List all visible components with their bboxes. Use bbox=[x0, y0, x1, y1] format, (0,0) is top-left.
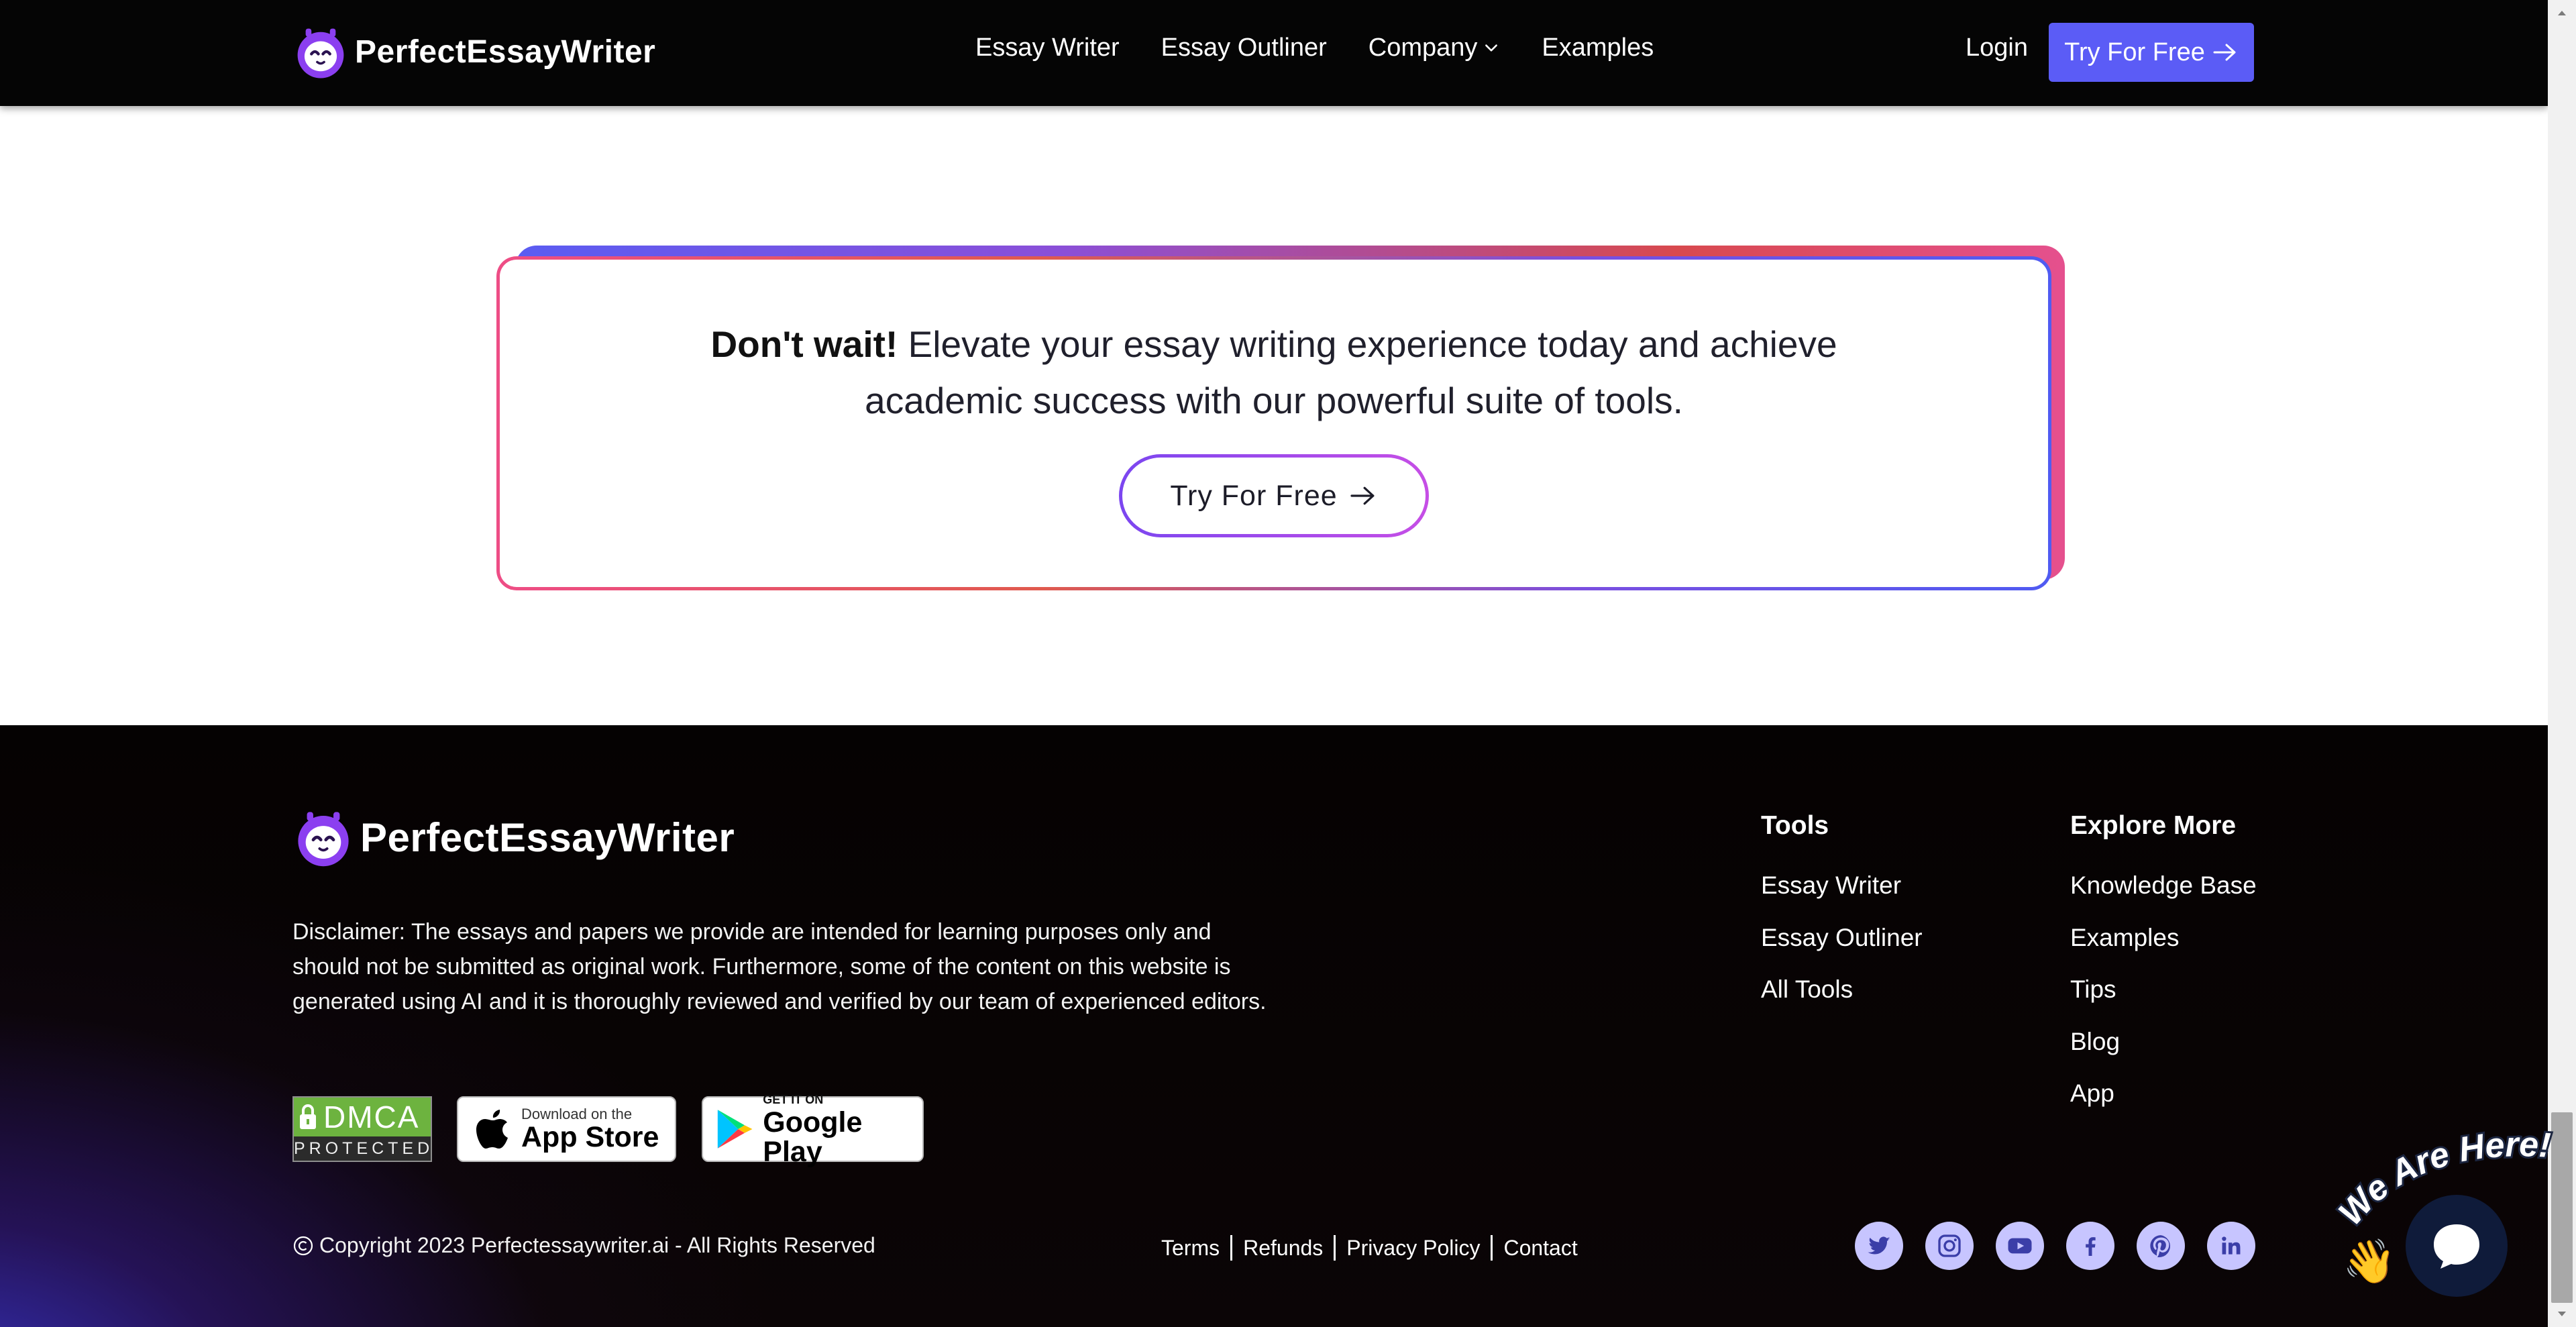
app-store-badge[interactable]: Download on the App Store bbox=[457, 1096, 676, 1162]
contact-link[interactable]: Contact bbox=[1503, 1236, 1577, 1261]
facebook-glyph bbox=[2086, 1237, 2096, 1256]
header-logo[interactable]: PerfectEssayWriter bbox=[292, 23, 655, 81]
legal-divider bbox=[1230, 1235, 1233, 1261]
cta-line-1: Don't wait! Elevate your essay writing e… bbox=[500, 316, 2048, 372]
terms-link[interactable]: Terms bbox=[1161, 1236, 1220, 1261]
chevron-down-icon bbox=[1485, 44, 1498, 52]
chat-bubble-icon bbox=[2434, 1224, 2479, 1269]
twitter-icon[interactable] bbox=[1855, 1222, 1903, 1270]
google-play-small: GET IT ON bbox=[763, 1093, 824, 1106]
mascot-logo-icon bbox=[297, 28, 344, 78]
arrow-right-icon bbox=[2213, 44, 2236, 61]
cta-line-2: academic success with our powerful suite… bbox=[865, 380, 1683, 421]
dmca-word: DMCA bbox=[323, 1100, 420, 1134]
google-play-big: Google Play bbox=[763, 1106, 863, 1168]
footer-link-essay-writer[interactable]: Essay Writer bbox=[1761, 871, 1901, 900]
copyright: Copyright 2023 Perfectessaywriter.ai - A… bbox=[292, 1233, 875, 1258]
app-store-text: Download on the App Store bbox=[521, 1106, 659, 1153]
app-store-small: Download on the bbox=[521, 1106, 633, 1122]
nav-examples[interactable]: Examples bbox=[1542, 34, 1654, 62]
nav-company-dropdown[interactable]: Company bbox=[1368, 34, 1501, 62]
dmca-badge[interactable]: DMCA PROTECTED bbox=[292, 1096, 432, 1162]
cta-card: Don't wait! Elevate your essay writing e… bbox=[496, 256, 2051, 590]
disclaimer-text: Disclaimer: The essays and papers we pro… bbox=[292, 919, 1267, 1014]
linkedin-icon[interactable] bbox=[2207, 1222, 2255, 1270]
pinterest-glyph bbox=[2150, 1235, 2171, 1258]
linkedin-glyph bbox=[2222, 1236, 2241, 1255]
pinterest-icon[interactable] bbox=[2137, 1222, 2185, 1270]
brand-name: PerfectEssayWriter bbox=[355, 34, 656, 70]
youtube-icon[interactable] bbox=[1996, 1222, 2044, 1270]
explore-more-heading: Explore More bbox=[2070, 811, 2237, 840]
google-play-text: GET IT ON Google Play bbox=[763, 1092, 922, 1167]
tools-heading: Tools bbox=[1761, 811, 1829, 840]
footer-logo[interactable]: PerfectEssayWriter bbox=[292, 806, 735, 869]
app-store-big: App Store bbox=[521, 1121, 659, 1153]
footer-brand-name: PerfectEssayWriter bbox=[360, 814, 735, 860]
legal-divider bbox=[1491, 1235, 1493, 1261]
google-play-icon bbox=[717, 1110, 753, 1149]
nav-essay-outliner[interactable]: Essay Outliner bbox=[1161, 34, 1327, 62]
copyright-text: Copyright 2023 Perfectessaywriter.ai - A… bbox=[319, 1233, 875, 1257]
mascot-logo-icon bbox=[298, 812, 349, 867]
login-link[interactable]: Login bbox=[1966, 34, 2028, 62]
lock-icon bbox=[300, 1104, 316, 1129]
footer-link-knowledge-base[interactable]: Knowledge Base bbox=[2070, 871, 2257, 900]
footer-link-tips[interactable]: Tips bbox=[2070, 975, 2116, 1004]
dmca-protected: PROTECTED bbox=[294, 1139, 434, 1158]
scroll-up-arrow-icon[interactable] bbox=[2548, 0, 2576, 25]
main-nav: Essay Writer Essay Outliner Company Exam… bbox=[975, 34, 1695, 62]
privacy-policy-link[interactable]: Privacy Policy bbox=[1346, 1236, 1480, 1261]
chat-launcher-button[interactable] bbox=[2406, 1195, 2508, 1297]
try-for-free-header-button[interactable]: Try For Free bbox=[2049, 23, 2254, 82]
footer-link-examples[interactable]: Examples bbox=[2070, 924, 2179, 952]
footer-link-blog[interactable]: Blog bbox=[2070, 1028, 2120, 1056]
legal-links: Terms Refunds Privacy Policy Contact bbox=[1161, 1235, 1578, 1261]
copyright-icon bbox=[293, 1236, 313, 1255]
cta-line-1-text: Elevate your essay writing experience to… bbox=[908, 323, 1837, 365]
dmca-badge-top: DMCA bbox=[294, 1098, 431, 1136]
twitter-glyph bbox=[1868, 1236, 1890, 1255]
cta-bold-text: Don't wait! bbox=[710, 323, 898, 365]
site-footer: PerfectEssayWriter Disclaimer: The essay… bbox=[0, 725, 2548, 1327]
try-for-free-cta-label: Try For Free bbox=[1170, 479, 1338, 512]
nav-company-label: Company bbox=[1368, 34, 1478, 62]
youtube-glyph bbox=[2008, 1238, 2032, 1254]
legal-divider bbox=[1334, 1235, 1336, 1261]
refunds-link[interactable]: Refunds bbox=[1243, 1236, 1323, 1261]
site-header: PerfectEssayWriter Essay Writer Essay Ou… bbox=[0, 0, 2548, 106]
scroll-down-arrow-icon[interactable] bbox=[2548, 1302, 2576, 1327]
footer-link-essay-outliner[interactable]: Essay Outliner bbox=[1761, 924, 1923, 952]
waving-hand-icon: 👋 bbox=[2343, 1237, 2396, 1287]
instagram-glyph bbox=[1938, 1234, 1961, 1257]
footer-link-app[interactable]: App bbox=[2070, 1079, 2114, 1108]
try-for-free-header-label: Try For Free bbox=[2064, 38, 2205, 66]
cta-message: Don't wait! Elevate your essay writing e… bbox=[500, 316, 2048, 429]
try-for-free-cta-button[interactable]: Try For Free bbox=[1119, 454, 1429, 537]
apple-icon bbox=[476, 1110, 508, 1149]
nav-essay-writer[interactable]: Essay Writer bbox=[975, 34, 1120, 62]
instagram-icon[interactable] bbox=[1925, 1222, 1974, 1270]
google-play-badge[interactable]: GET IT ON Google Play bbox=[702, 1093, 924, 1167]
arrow-right-icon bbox=[1350, 486, 1375, 505]
facebook-icon[interactable] bbox=[2066, 1222, 2114, 1270]
footer-link-all-tools[interactable]: All Tools bbox=[1761, 975, 1853, 1004]
